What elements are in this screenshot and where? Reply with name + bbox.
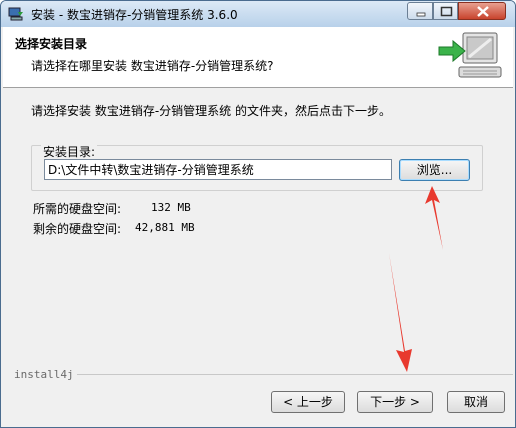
install-computer-icon — [438, 32, 502, 78]
instruction-text: 请选择安装 数宝进销存-分销管理系统 的文件夹，然后点击下一步。 — [31, 104, 391, 118]
minimize-button[interactable] — [407, 2, 433, 20]
install4j-brand: install4j — [14, 368, 74, 381]
wizard-header: 选择安装目录 请选择在哪里安装 数宝进销存-分销管理系统? — [3, 27, 513, 88]
page-subtitle: 请选择在哪里安装 数宝进销存-分销管理系统? — [31, 59, 274, 73]
required-space-label: 所需的硬盘空间: — [33, 202, 122, 216]
window-title: 安装 - 数宝进销存-分销管理系统 3.6.0 — [31, 8, 238, 22]
back-button[interactable]: < 上一步 — [271, 391, 345, 413]
maximize-icon — [440, 6, 453, 17]
footer-divider — [77, 374, 513, 375]
install-dir-label: 安装目录: — [41, 143, 98, 160]
close-icon — [477, 6, 489, 17]
free-space-label: 剩余的硬盘空间: — [33, 222, 122, 236]
required-space-value: 132 MB — [151, 201, 191, 214]
installer-window: 安装 - 数宝进销存-分销管理系统 3.6.0 选择安装目录 请选择在哪里安装 … — [0, 0, 516, 428]
cancel-button[interactable]: 取消 — [447, 391, 505, 413]
title-bar[interactable]: 安装 - 数宝进销存-分销管理系统 3.6.0 — [1, 1, 515, 27]
install-dir-input[interactable] — [44, 159, 392, 180]
next-button[interactable]: 下一步 > — [357, 391, 433, 413]
page-title: 选择安装目录 — [15, 37, 88, 51]
app-installer-icon — [8, 7, 23, 21]
browse-button[interactable]: 浏览... — [399, 159, 470, 181]
close-button[interactable] — [458, 2, 506, 20]
maximize-button[interactable] — [433, 2, 458, 20]
minimize-icon — [416, 12, 426, 17]
free-space-value: 42,881 MB — [135, 221, 195, 234]
